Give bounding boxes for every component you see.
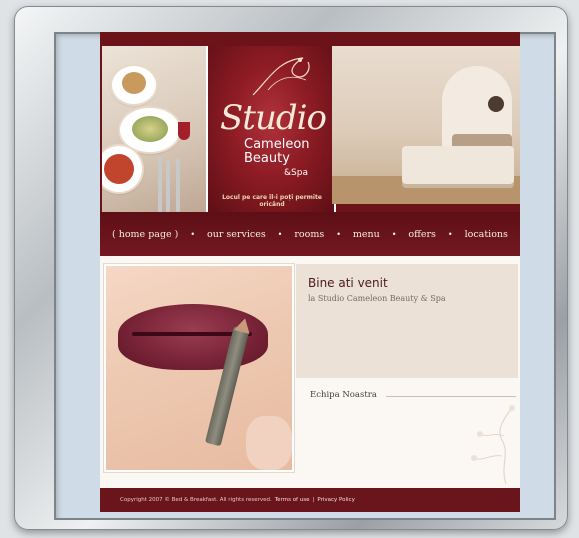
footer-terms-link[interactable]: Terms of use bbox=[275, 497, 310, 503]
swirl-ornament bbox=[252, 57, 310, 96]
plate-soup bbox=[102, 146, 142, 192]
nav-bullet: • bbox=[277, 229, 283, 239]
footer-copyright: Copyright 2007 © Bed & Breakfast. All ri… bbox=[120, 497, 272, 503]
knife bbox=[166, 160, 170, 212]
nav-our-services[interactable]: our services bbox=[207, 229, 266, 240]
nav-bullet: • bbox=[391, 229, 397, 239]
floral-ornament bbox=[471, 405, 515, 485]
spoon bbox=[176, 158, 180, 212]
nav-rooms[interactable]: rooms bbox=[294, 229, 324, 240]
finger bbox=[246, 416, 292, 470]
dining-photo bbox=[102, 46, 208, 212]
plate-bread bbox=[112, 66, 156, 104]
nav-offers[interactable]: offers bbox=[408, 229, 436, 240]
welcome-subtitle: la Studio Cameleon Beauty & Spa bbox=[308, 294, 446, 303]
plate-salad bbox=[120, 108, 180, 152]
logo-studio-text: Studio bbox=[220, 98, 327, 138]
team-heading[interactable]: Echipa Noastra bbox=[310, 390, 377, 400]
bed bbox=[402, 146, 514, 184]
site-footer: Copyright 2007 © Bed & Breakfast. All ri… bbox=[100, 488, 520, 512]
main-navigation: ( home page ) • our services • rooms • m… bbox=[100, 212, 520, 256]
main-content: Bine ati venit la Studio Cameleon Beauty… bbox=[100, 256, 520, 488]
logo-spa-text: &Spa bbox=[284, 168, 308, 178]
nav-bullet: • bbox=[190, 229, 196, 239]
logo-beauty: Beauty bbox=[244, 151, 290, 166]
logo[interactable]: Studio Cameleon Beauty &Spa Locul pe car… bbox=[206, 46, 336, 212]
footer-privacy-link[interactable]: Privacy Policy bbox=[317, 497, 354, 503]
nav-home-page[interactable]: ( home page ) bbox=[112, 229, 178, 240]
wine-glass bbox=[178, 122, 190, 140]
nav-menu[interactable]: menu bbox=[353, 229, 380, 240]
bedroom-photo bbox=[332, 46, 520, 204]
welcome-title: Bine ati venit bbox=[308, 276, 388, 290]
wall-lamp bbox=[488, 96, 504, 112]
website: Studio Cameleon Beauty &Spa Locul pe car… bbox=[100, 32, 520, 512]
fork bbox=[158, 156, 162, 212]
site-header: Studio Cameleon Beauty &Spa Locul pe car… bbox=[100, 32, 520, 212]
lips-photo bbox=[104, 264, 294, 472]
nav-bullet: • bbox=[336, 229, 341, 239]
logo-cameleon: Cameleon bbox=[244, 137, 310, 152]
logo-tagline: Locul pe care îl-i poți permite oricând bbox=[222, 194, 322, 208]
nav-bullet: • bbox=[447, 229, 453, 239]
nav-locations[interactable]: locations bbox=[465, 229, 508, 240]
logo-name-text: Cameleon Beauty bbox=[244, 138, 334, 166]
welcome-box: Bine ati venit la Studio Cameleon Beauty… bbox=[296, 264, 518, 378]
footer-separator: | bbox=[312, 497, 315, 503]
